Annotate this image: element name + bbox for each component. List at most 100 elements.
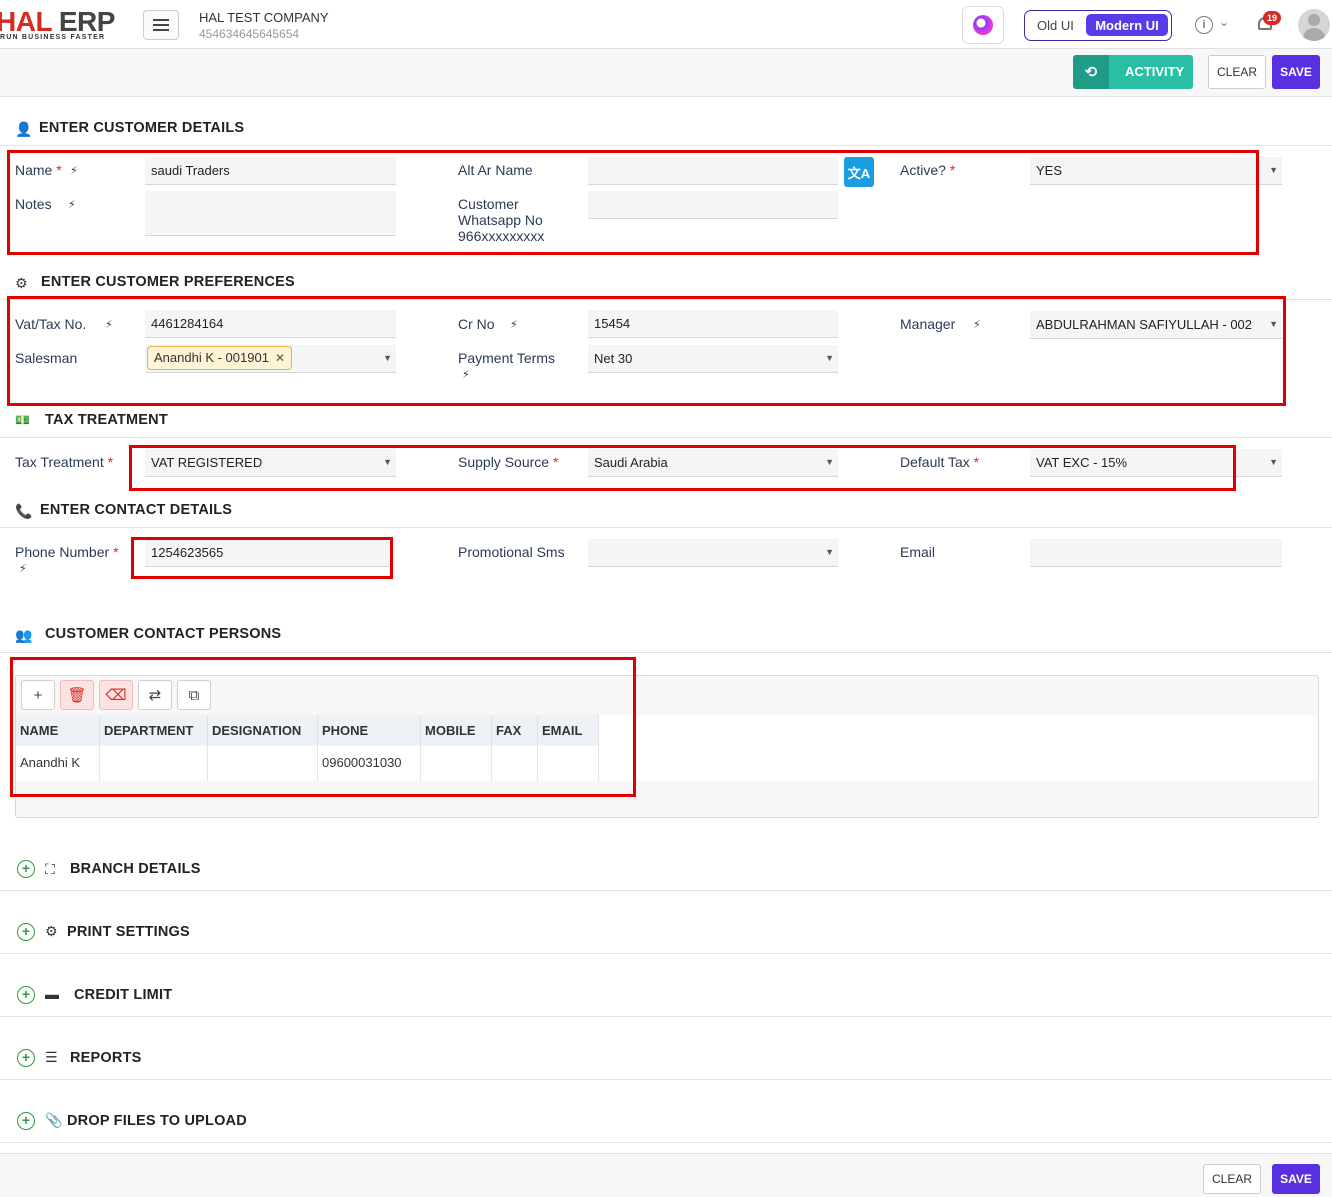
print-settings-section[interactable]: + ⚙ PRINT SETTINGS <box>0 891 1332 954</box>
print-settings-title: PRINT SETTINGS <box>67 924 190 940</box>
manager-label: Manager <box>900 316 956 332</box>
phone-label: Phone Number * <box>15 544 119 560</box>
section-contact-title: ENTER CONTACT DETAILS <box>40 502 233 518</box>
column-header-email[interactable]: EMAIL <box>538 715 599 746</box>
translate-button[interactable]: 文A <box>844 157 874 187</box>
add-row-button[interactable]: + <box>21 680 55 710</box>
paperclip-icon: 📎 <box>45 1112 63 1128</box>
expand-icon[interactable]: + <box>17 1112 35 1130</box>
users-icon: 👥 <box>15 627 33 643</box>
branch-details-title: BRANCH DETAILS <box>70 861 201 877</box>
salesman-chip-label: Anandhi K - 001901 <box>154 350 269 365</box>
drop-files-title: DROP FILES TO UPLOAD <box>67 1113 247 1129</box>
default-tax-select[interactable]: VAT EXC - 15% <box>1030 449 1282 477</box>
cr-no-input[interactable]: 15454 <box>588 310 838 338</box>
clear-button[interactable]: CLEAR <box>1208 55 1266 89</box>
notes-label: Notes <box>15 196 52 212</box>
bolt-icon: ⚡ <box>973 319 981 331</box>
salesman-chip[interactable]: Anandhi K - 001901 ✕ <box>147 346 292 370</box>
active-label: Active? * <box>900 162 956 178</box>
close-icon[interactable]: ✕ <box>275 351 285 365</box>
salesman-label: Salesman <box>15 350 78 366</box>
divider <box>0 145 1332 146</box>
payment-terms-select[interactable]: Net 30 <box>588 345 838 373</box>
save-button[interactable]: SAVE <box>1272 55 1320 89</box>
activity-label: ACTIVITY <box>1125 64 1185 79</box>
money-icon: 💵 <box>15 413 30 427</box>
hal-erp-logo[interactable]: HAL ERP RUN BUSINESS FASTER <box>0 6 130 44</box>
footer-save-button[interactable]: SAVE <box>1272 1164 1320 1194</box>
logo-hal: HAL <box>0 6 52 37</box>
column-header-designation[interactable]: DESIGNATION <box>208 715 318 746</box>
bolt-icon: ⚡ <box>462 369 470 381</box>
supply-source-select[interactable]: Saudi Arabia <box>588 449 838 477</box>
table-cell-mobile[interactable] <box>421 746 492 781</box>
gear-icon: ⚙ <box>15 275 28 291</box>
expand-icon[interactable]: + <box>17 923 35 941</box>
top-bar: HAL ERP RUN BUSINESS FASTER HAL TEST COM… <box>0 0 1332 49</box>
footer-clear-button[interactable]: CLEAR <box>1203 1164 1261 1194</box>
active-select[interactable]: YES <box>1030 157 1282 185</box>
swap-button[interactable]: ⇄ <box>138 680 172 710</box>
expand-icon[interactable]: + <box>17 986 35 1004</box>
bolt-icon: ⚡ <box>70 165 78 177</box>
delete-row-button[interactable]: 🗑 <box>60 680 94 710</box>
bolt-icon: ⚡ <box>105 319 113 331</box>
table-cell-department[interactable] <box>100 746 208 781</box>
tax-treatment-select[interactable]: VAT REGISTERED <box>145 449 396 477</box>
footer-bar <box>0 1153 1332 1197</box>
company-code: 454634645645654 <box>199 27 300 41</box>
notes-textarea[interactable] <box>145 191 396 236</box>
gear-icon: ⚙ <box>45 923 58 939</box>
column-header-fax[interactable]: FAX <box>492 715 538 746</box>
expand-icon[interactable]: + <box>17 1049 35 1067</box>
copy-button[interactable]: ⧉ <box>177 680 211 710</box>
branch-details-section[interactable]: + ⛶ BRANCH DETAILS <box>0 828 1332 891</box>
reports-section[interactable]: + ☰ REPORTS <box>0 1017 1332 1080</box>
phone-icon: 📞 <box>15 503 33 519</box>
manager-select[interactable]: ABDULRAHMAN SAFIYULLAH - 002 <box>1030 311 1282 339</box>
sitemap-icon: ⛶ <box>45 861 55 877</box>
vat-input[interactable]: 4461284164 <box>145 310 396 338</box>
column-header-phone[interactable]: PHONE <box>318 715 421 746</box>
column-header-mobile[interactable]: MOBILE <box>421 715 492 746</box>
avatar[interactable] <box>1298 9 1330 41</box>
alt-ar-name-input[interactable] <box>588 157 838 185</box>
delete-selected-button[interactable]: ⌫ <box>99 680 133 710</box>
chevron-down-icon[interactable]: ⌄ <box>1219 15 1229 29</box>
drop-files-section[interactable]: + 📎 DROP FILES TO UPLOAD <box>0 1080 1332 1143</box>
section-contact-persons-title: CUSTOMER CONTACT PERSONS <box>45 626 282 642</box>
email-input[interactable] <box>1030 539 1282 567</box>
expand-icon[interactable]: + <box>17 860 35 878</box>
bolt-icon: ⚡ <box>68 199 76 211</box>
whatsapp-input[interactable] <box>588 191 838 219</box>
old-ui-option[interactable]: Old UI <box>1037 18 1074 33</box>
hamburger-icon <box>153 19 169 31</box>
vat-label: Vat/Tax No. <box>15 316 87 332</box>
info-icon[interactable]: i <box>1195 16 1213 34</box>
tax-treatment-label: Tax Treatment * <box>15 454 114 470</box>
email-label: Email <box>900 544 936 560</box>
list-icon: ☰ <box>45 1049 58 1065</box>
supply-source-label: Supply Source * <box>458 454 559 470</box>
table-cell-email[interactable] <box>538 746 599 781</box>
name-input[interactable]: saudi Traders <box>145 157 396 185</box>
credit-limit-section[interactable]: + ▬ CREDIT LIMIT <box>0 954 1332 1017</box>
activity-button[interactable]: ⟲ ACTIVITY <box>1073 55 1193 89</box>
table-cell-designation[interactable] <box>208 746 318 781</box>
table-cell-name[interactable]: Anandhi K <box>16 746 100 781</box>
table-cell-phone[interactable]: 09600031030 <box>318 746 421 781</box>
table-cell-fax[interactable] <box>492 746 538 781</box>
column-header-name[interactable]: NAME <box>16 715 100 746</box>
promo-sms-select[interactable] <box>588 539 838 567</box>
ui-mode-toggle[interactable]: Old UI Modern UI <box>1024 10 1172 41</box>
whatsapp-label: Customer Whatsapp No 966xxxxxxxxx <box>458 196 545 244</box>
payment-terms-label: Payment Terms <box>458 350 555 366</box>
app-launcher-button[interactable] <box>962 6 1004 44</box>
hamburger-menu-button[interactable] <box>143 10 179 40</box>
promo-sms-label: Promotional Sms <box>458 544 565 560</box>
phone-input[interactable]: 1254623565 <box>145 539 389 567</box>
modern-ui-option[interactable]: Modern UI <box>1086 14 1168 36</box>
column-header-department[interactable]: DEPARTMENT <box>100 715 208 746</box>
company-name: HAL TEST COMPANY <box>199 10 329 25</box>
